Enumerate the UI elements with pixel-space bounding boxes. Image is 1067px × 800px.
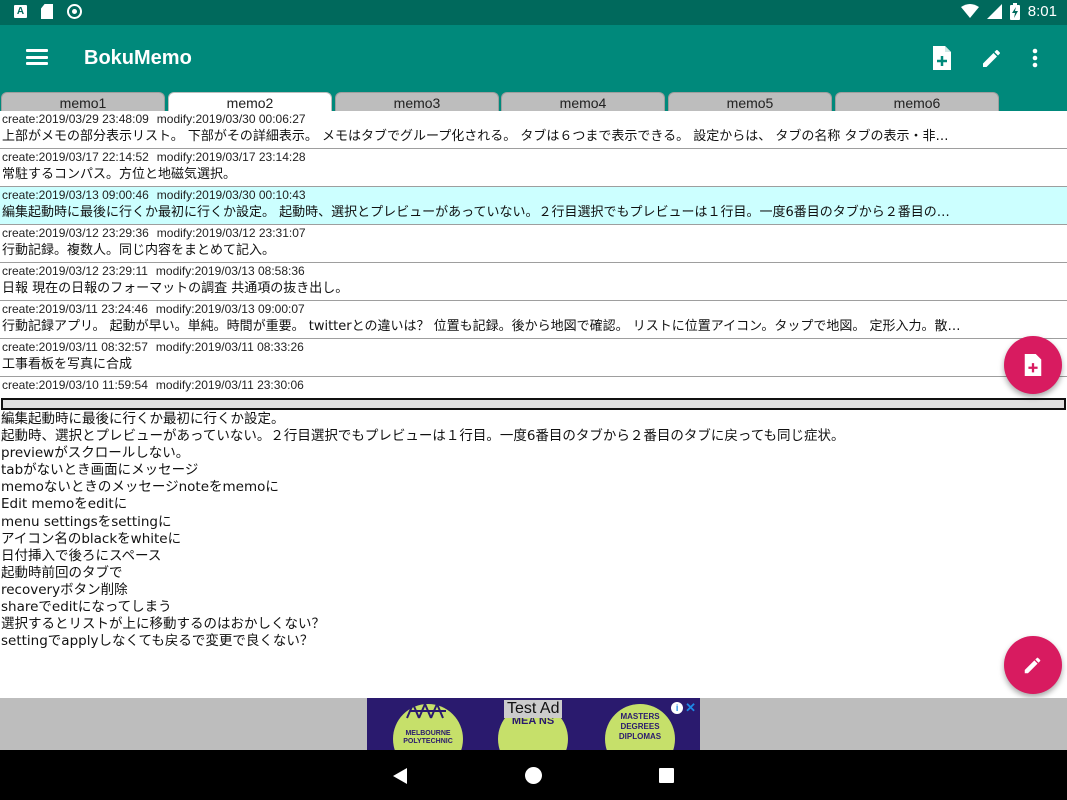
detail-line: tabがないとき画面にメッセージ: [1, 462, 199, 479]
memo-list-item[interactable]: create:2019/03/12 23:29:36 modify:2019/03…: [0, 225, 1067, 263]
detail-line: settingでapplyしなくても戻るで変更で良くない？: [1, 633, 314, 650]
memo-create-date: create:2019/03/11 08:32:57: [2, 340, 148, 354]
sync-circle-icon: [67, 4, 82, 19]
ad-close-icon[interactable]: ✕: [685, 700, 696, 716]
memo-modify-date: modify:2019/03/12 23:31:07: [156, 226, 306, 240]
memo-create-date: create:2019/03/12 23:29:11: [2, 264, 148, 278]
detail-line: 起動時、選択とプレビューがあっていない。２行目選択でもプレビューは１行目。一度6…: [1, 428, 845, 445]
ad-area: MELBOURNE POLYTECHNIC MEA NS Test Ad MAS…: [0, 698, 1067, 750]
memo-detail: 編集起動時に最後に行くか最初に行くか設定。 起動時、選択とプレビューがあっていな…: [1, 411, 1001, 650]
edit-pencil-icon: [1024, 657, 1041, 674]
back-icon[interactable]: [393, 768, 407, 784]
memo-preview: 行動記録。複数人。同じ内容をまとめて記入。: [2, 243, 276, 258]
memo-list-item-selected[interactable]: create:2019/03/13 09:00:46 modify:2019/03…: [0, 187, 1067, 225]
detail-line: 選択するとリストが上に移動するのはおかしくない？: [1, 616, 325, 633]
tab-bar: memo1 memo2 memo3 memo4 memo5 memo6: [0, 91, 1067, 111]
navigation-bar: [0, 750, 1067, 800]
detail-line: 編集起動時に最後に行くか最初に行くか設定。: [1, 411, 285, 427]
wifi-icon: [960, 4, 979, 18]
ad-logo-right: MASTERS DEGREES DIPLOMAS: [605, 704, 675, 750]
memo-modify-date: modify:2019/03/11 23:30:06: [155, 378, 304, 392]
memo-create-date: create:2019/03/11 23:24:46: [2, 302, 148, 316]
memo-modify-date: modify:2019/03/11 08:33:26: [155, 340, 304, 354]
memo-list-item[interactable]: create:2019/03/11 23:24:46 modify:2019/03…: [0, 301, 1067, 339]
memo-preview: 常駐するコンパス。方位と地磁気選択。: [2, 167, 237, 182]
memo-create-date: create:2019/03/10 11:59:54: [2, 378, 148, 392]
add-note-icon: [1024, 354, 1042, 376]
status-bar: A 8:01: [0, 0, 1067, 25]
home-icon[interactable]: [525, 767, 542, 784]
ad-banner[interactable]: MELBOURNE POLYTECHNIC MEA NS Test Ad MAS…: [367, 698, 700, 750]
memo-list-item[interactable]: create:2019/03/11 08:32:57 modify:2019/03…: [0, 339, 1067, 377]
detail-line: 起動時前回のタブで: [1, 564, 123, 581]
detail-line: memoないときのメッセージnoteをmemoに: [1, 479, 279, 496]
memo-list-item[interactable]: create:2019/03/12 23:29:11 modify:2019/03…: [0, 263, 1067, 301]
memo-list-item[interactable]: create:2019/03/10 11:59:54 modify:2019/03…: [0, 377, 1067, 397]
tab-memo4[interactable]: memo4: [501, 92, 665, 111]
memo-preview: 編集起動時に最後に行くか最初に行くか設定。 起動時、選択とプレビューがあっていな…: [2, 205, 950, 220]
memo-preview: 上部がメモの部分表示リスト。 下部がその詳細表示。 メモはタブでグループ化される…: [2, 129, 949, 144]
memo-create-date: create:2019/03/29 23:48:09: [2, 112, 149, 126]
status-left-icons: A: [14, 4, 82, 19]
app-title: BokuMemo: [84, 47, 192, 69]
ad-test-label: Test Ad: [504, 700, 563, 718]
sd-card-icon: [41, 4, 53, 19]
memo-create-date: create:2019/03/17 22:14:52: [2, 150, 149, 164]
battery-charging-icon: [1009, 3, 1020, 20]
recents-icon[interactable]: [659, 768, 674, 783]
memo-preview: 日報 現在の日報のフォーマットの調査 共通項の抜き出し。: [2, 281, 349, 296]
memo-preview: 行動記録アプリ。 起動が早い。単純。時間が重要。 twitterとの違いは？ 位…: [2, 319, 961, 334]
memo-list-item[interactable]: create:2019/03/29 23:48:09 modify:2019/03…: [0, 111, 1067, 149]
clock: 8:01: [1027, 3, 1057, 20]
detail-line: previewがスクロールしない。: [1, 445, 190, 462]
add-memo-fab[interactable]: [1004, 336, 1062, 394]
detail-line: shareでeditになってしまう: [1, 599, 172, 616]
memo-create-date: create:2019/03/13 09:00:46: [2, 188, 149, 202]
tab-memo3[interactable]: memo3: [335, 92, 499, 111]
hamburger-menu-icon[interactable]: [26, 46, 48, 68]
memo-list: create:2019/03/29 23:48:09 modify:2019/03…: [0, 111, 1067, 397]
overflow-menu-icon[interactable]: [1024, 45, 1046, 71]
detail-line: Edit memoをeditに: [1, 496, 128, 513]
splitter-handle[interactable]: [1, 398, 1066, 410]
detail-line: 日付挿入で後ろにスペース: [1, 547, 162, 564]
edit-memo-fab[interactable]: [1004, 636, 1062, 694]
tab-memo2[interactable]: memo2: [168, 92, 332, 111]
tab-memo1[interactable]: memo1: [1, 92, 165, 111]
detail-line: アイコン名のblackをwhiteに: [1, 530, 182, 547]
memo-list-item[interactable]: create:2019/03/17 22:14:52 modify:2019/03…: [0, 149, 1067, 187]
signal-icon: [986, 4, 1002, 19]
memo-modify-date: modify:2019/03/13 09:00:07: [155, 302, 305, 316]
app-bar: BokuMemo: [0, 25, 1067, 91]
memo-modify-date: modify:2019/03/17 23:14:28: [156, 150, 306, 164]
memo-modify-date: modify:2019/03/30 00:06:27: [156, 112, 306, 126]
detail-line: recoveryボタン削除: [1, 581, 128, 598]
ad-choices-icon[interactable]: i: [671, 702, 684, 714]
memo-create-date: create:2019/03/12 23:29:36: [2, 226, 149, 240]
add-note-icon[interactable]: [930, 45, 954, 71]
ad-info[interactable]: i ✕: [671, 700, 696, 716]
memo-modify-date: modify:2019/03/13 08:58:36: [155, 264, 305, 278]
memo-preview: 工事看板を写真に合成: [2, 357, 133, 372]
tab-memo6[interactable]: memo6: [835, 92, 999, 111]
a-notification-icon: A: [14, 5, 27, 18]
detail-line: menu settingsをsettingに: [1, 513, 172, 530]
memo-modify-date: modify:2019/03/30 00:10:43: [156, 188, 306, 202]
edit-pencil-icon[interactable]: [980, 45, 1004, 71]
status-right-icons: 8:01: [960, 3, 1057, 20]
tab-memo5[interactable]: memo5: [668, 92, 832, 111]
ad-logo-mark-icon: [406, 702, 446, 719]
